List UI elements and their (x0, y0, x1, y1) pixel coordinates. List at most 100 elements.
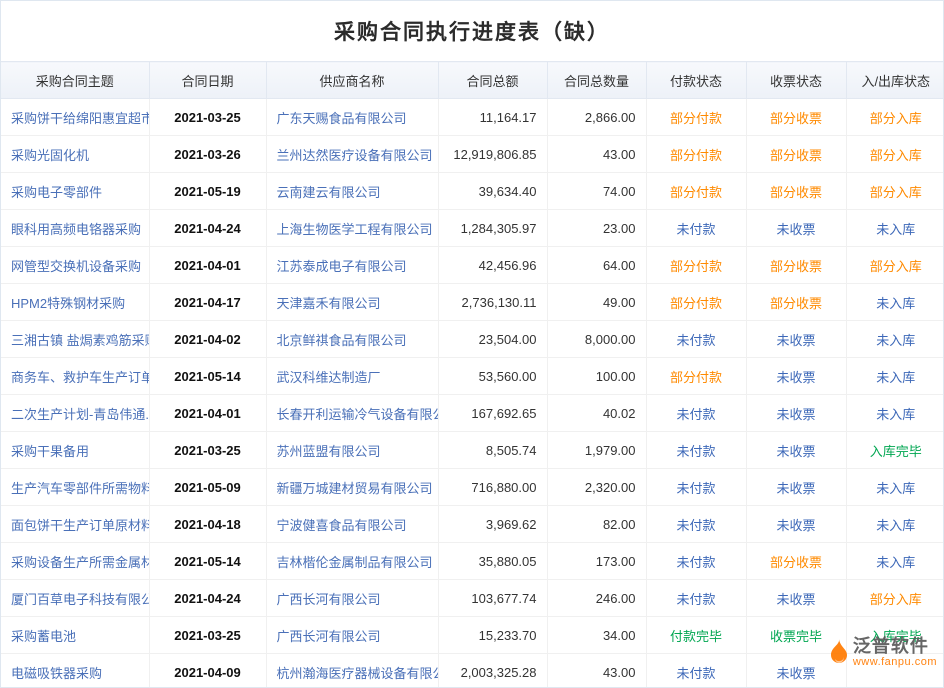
invoice-status: 未收票 (746, 580, 846, 617)
payment-status: 未付款 (646, 469, 746, 506)
supplier-cell: 天津嘉禾有限公司 (266, 284, 438, 321)
table-body: 采购饼干给绵阳惠宜超市 2021-03-25 广东天赐食品有限公司 11,164… (1, 99, 944, 688)
title-bar: 采购合同执行进度表（缺） (1, 1, 943, 61)
contract-subject-cell: 采购饼干给绵阳惠宜超市 (1, 99, 149, 136)
supplier-link[interactable]: 广西长河有限公司 (277, 629, 381, 644)
contract-subject-cell: 厦门百草电子科技有限公... (1, 580, 149, 617)
contract-date: 2021-04-24 (149, 210, 266, 247)
supplier-link[interactable]: 广西长河有限公司 (277, 592, 381, 607)
supplier-link[interactable]: 广东天赐食品有限公司 (277, 111, 407, 126)
table-row[interactable]: 采购干果备用 2021-03-25 苏州蓝盟有限公司 8,505.74 1,97… (1, 432, 944, 469)
contract-subject-link[interactable]: 面包饼干生产订单原材料 (11, 518, 149, 533)
contract-total-quantity: 2,866.00 (547, 99, 646, 136)
contract-total-amount: 11,164.17 (438, 99, 547, 136)
contract-date: 2021-03-25 (149, 99, 266, 136)
contract-subject-link[interactable]: 采购光固化机 (11, 148, 89, 163)
report-page: 采购合同执行进度表（缺） 采购合同主题合同日期供应商名称合同总额合同总数量付款状… (0, 0, 944, 688)
contract-total-quantity: 40.02 (547, 395, 646, 432)
column-header-subject: 采购合同主题 (1, 62, 149, 99)
payment-status: 部分付款 (646, 99, 746, 136)
supplier-cell: 云南建云有限公司 (266, 173, 438, 210)
table-row[interactable]: 生产汽车零部件所需物料 2021-05-09 新疆万城建材贸易有限公司 716,… (1, 469, 944, 506)
contract-date: 2021-04-01 (149, 395, 266, 432)
invoice-status: 未收票 (746, 432, 846, 469)
table-row[interactable]: 二次生产计划-青岛伟通... 2021-04-01 长春开利运输冷气设备有限公司… (1, 395, 944, 432)
contract-total-quantity: 1,979.00 (547, 432, 646, 469)
table-row[interactable]: 厦门百草电子科技有限公... 2021-04-24 广西长河有限公司 103,6… (1, 580, 944, 617)
contract-subject-link[interactable]: 电磁吸铁器采购 (11, 666, 102, 681)
stock-status: 部分入库 (846, 247, 944, 284)
contract-subject-link[interactable]: 网管型交换机设备采购 (11, 259, 141, 274)
table-row[interactable]: 商务车、救护车生产订单 2021-05-14 武汉科维达制造厂 53,560.0… (1, 358, 944, 395)
supplier-link[interactable]: 新疆万城建材贸易有限公司 (277, 481, 433, 496)
contract-subject-cell: 商务车、救护车生产订单 (1, 358, 149, 395)
invoice-status: 部分收票 (746, 247, 846, 284)
table-row[interactable]: 采购光固化机 2021-03-26 兰州达然医疗设备有限公司 12,919,80… (1, 136, 944, 173)
contract-total-quantity: 100.00 (547, 358, 646, 395)
invoice-status: 未收票 (746, 321, 846, 358)
contract-date: 2021-05-19 (149, 173, 266, 210)
contract-subject-link[interactable]: 三湘古镇 盐焗素鸡筋采购 (11, 333, 149, 348)
contract-subject-link[interactable]: 采购饼干给绵阳惠宜超市 (11, 111, 149, 126)
supplier-link[interactable]: 长春开利运输冷气设备有限公司 (277, 407, 439, 422)
contract-subject-cell: 采购干果备用 (1, 432, 149, 469)
invoice-status: 未收票 (746, 654, 846, 688)
supplier-link[interactable]: 苏州蓝盟有限公司 (277, 444, 381, 459)
supplier-link[interactable]: 吉林楷伦金属制品有限公司 (277, 555, 433, 570)
contract-subject-link[interactable]: 二次生产计划-青岛伟通... (11, 407, 149, 422)
column-header-supplier: 供应商名称 (266, 62, 438, 99)
supplier-link[interactable]: 云南建云有限公司 (277, 185, 381, 200)
invoice-status: 未收票 (746, 395, 846, 432)
contracts-table: 采购合同主题合同日期供应商名称合同总额合同总数量付款状态收票状态入/出库状态 采… (1, 61, 944, 688)
payment-status: 未付款 (646, 432, 746, 469)
invoice-status: 部分收票 (746, 284, 846, 321)
invoice-status: 部分收票 (746, 99, 846, 136)
supplier-link[interactable]: 上海生物医学工程有限公司 (277, 222, 433, 237)
contract-date: 2021-03-25 (149, 617, 266, 654)
contract-subject-link[interactable]: 生产汽车零部件所需物料 (11, 481, 149, 496)
invoice-status: 未收票 (746, 210, 846, 247)
table-row[interactable]: 电磁吸铁器采购 2021-04-09 杭州瀚海医疗器械设备有限公司 2,003,… (1, 654, 944, 688)
contract-subject-link[interactable]: 商务车、救护车生产订单 (11, 370, 149, 385)
contract-subject-link[interactable]: 采购干果备用 (11, 444, 89, 459)
stock-status: 未入库 (846, 543, 944, 580)
table-row[interactable]: 面包饼干生产订单原材料 2021-04-18 宁波健喜食品有限公司 3,969.… (1, 506, 944, 543)
contract-total-amount: 1,284,305.97 (438, 210, 547, 247)
contract-subject-link[interactable]: 采购电子零部件 (11, 185, 102, 200)
contract-subject-link[interactable]: HPM2特殊钢材采购 (11, 296, 125, 311)
supplier-link[interactable]: 武汉科维达制造厂 (277, 370, 381, 385)
table-row[interactable]: 采购饼干给绵阳惠宜超市 2021-03-25 广东天赐食品有限公司 11,164… (1, 99, 944, 136)
supplier-link[interactable]: 宁波健喜食品有限公司 (277, 518, 407, 533)
supplier-link[interactable]: 杭州瀚海医疗器械设备有限公司 (277, 666, 439, 681)
invoice-status: 收票完毕 (746, 617, 846, 654)
table-row[interactable]: 采购电子零部件 2021-05-19 云南建云有限公司 39,634.40 74… (1, 173, 944, 210)
supplier-link[interactable]: 天津嘉禾有限公司 (277, 296, 381, 311)
contract-subject-link[interactable]: 采购设备生产所需金属材料 (11, 555, 149, 570)
contract-total-amount: 23,504.00 (438, 321, 547, 358)
supplier-cell: 武汉科维达制造厂 (266, 358, 438, 395)
contract-subject-cell: HPM2特殊钢材采购 (1, 284, 149, 321)
contract-subject-link[interactable]: 厦门百草电子科技有限公... (11, 592, 149, 607)
payment-status: 部分付款 (646, 173, 746, 210)
table-row[interactable]: 采购设备生产所需金属材料 2021-05-14 吉林楷伦金属制品有限公司 35,… (1, 543, 944, 580)
stock-status: 未入库 (846, 469, 944, 506)
contract-subject-cell: 电磁吸铁器采购 (1, 654, 149, 688)
supplier-cell: 吉林楷伦金属制品有限公司 (266, 543, 438, 580)
contract-total-amount: 12,919,806.85 (438, 136, 547, 173)
table-row[interactable]: 网管型交换机设备采购 2021-04-01 江苏泰成电子有限公司 42,456.… (1, 247, 944, 284)
supplier-link[interactable]: 北京鲜祺食品有限公司 (277, 333, 407, 348)
table-row[interactable]: 采购蓄电池 2021-03-25 广西长河有限公司 15,233.70 34.0… (1, 617, 944, 654)
stock-status: 入库完毕 (846, 617, 944, 654)
invoice-status: 未收票 (746, 506, 846, 543)
table-row[interactable]: 眼科用高频电铬器采购 2021-04-24 上海生物医学工程有限公司 1,284… (1, 210, 944, 247)
supplier-link[interactable]: 江苏泰成电子有限公司 (277, 259, 407, 274)
table-row[interactable]: 三湘古镇 盐焗素鸡筋采购 2021-04-02 北京鲜祺食品有限公司 23,50… (1, 321, 944, 358)
contract-date: 2021-05-14 (149, 543, 266, 580)
supplier-link[interactable]: 兰州达然医疗设备有限公司 (277, 148, 433, 163)
column-header-payment: 付款状态 (646, 62, 746, 99)
payment-status: 部分付款 (646, 247, 746, 284)
contract-total-quantity: 43.00 (547, 136, 646, 173)
contract-subject-link[interactable]: 眼科用高频电铬器采购 (11, 222, 141, 237)
table-row[interactable]: HPM2特殊钢材采购 2021-04-17 天津嘉禾有限公司 2,736,130… (1, 284, 944, 321)
contract-subject-link[interactable]: 采购蓄电池 (11, 629, 76, 644)
